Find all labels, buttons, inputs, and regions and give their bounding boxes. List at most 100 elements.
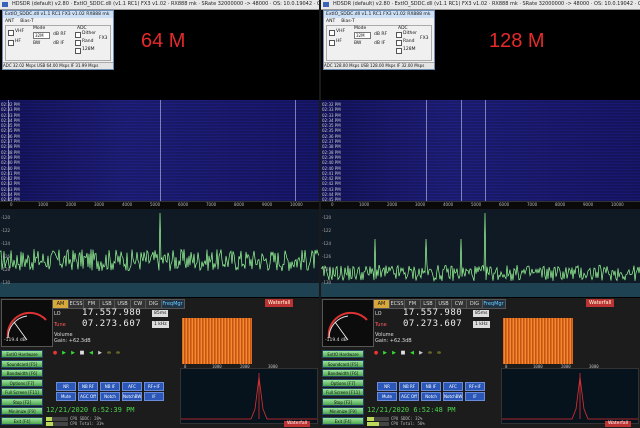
axis-tick-label: 8000 [555,202,566,207]
audio-waterfall-button[interactable]: Waterfall [284,421,311,427]
dsp-button-0[interactable]: NR [377,382,397,391]
adc-option-checkbox[interactable] [396,40,402,46]
stop-button[interactable]: ■ [79,350,85,357]
tab-bias-t[interactable]: Bias-T [20,19,33,24]
side-button-0[interactable]: ExtIO Hardware [F8] [322,350,364,365]
play-button[interactable]: ▶ [61,350,67,357]
mode-dig[interactable]: DIG [145,299,162,309]
mode-freqmgr[interactable]: FreqMgr [160,299,185,309]
mode-am[interactable]: AM [373,299,390,309]
dsp-button-0[interactable]: NR [56,382,76,391]
mode-am[interactable]: AM [52,299,69,309]
rewind-button[interactable]: ◀ [88,350,94,357]
tab-ant[interactable]: ANT [5,19,14,24]
side-button-6[interactable]: Minimize [F9] [1,407,43,415]
loop-button[interactable]: ∞ [106,350,112,357]
dsp-button-2[interactable]: NB IF [421,382,441,391]
side-button-5[interactable]: Stop [F2] [1,397,43,406]
dsp-button-8[interactable]: NotchBW [443,392,463,401]
checkbox-vhf[interactable] [329,30,335,36]
waterfall-display[interactable]: 02:32 PM 02:33 PM 02:33 PM 02:34 PM 02:35 PM… [0,100,319,202]
dsp-button-1[interactable]: NB RF [399,382,419,391]
dsp-button-7[interactable]: Notch [421,392,441,401]
spectrum-display[interactable]: -120 -122 -124 -126 -128 -130 [0,209,319,297]
loop2-button[interactable]: ∞ [115,350,121,357]
side-button-1[interactable]: Soundcard [F5] [1,359,43,368]
record-button[interactable]: ● [373,350,379,357]
audio-spectrum[interactable] [180,368,318,424]
loop2-button[interactable]: ∞ [436,350,442,357]
mode-select[interactable]: 32M [33,32,50,39]
waterfall-button[interactable]: Waterfall [586,299,615,307]
tab-ant[interactable]: ANT [326,19,335,24]
checkbox-label: VHF [336,29,346,34]
checkbox-hf[interactable] [329,40,335,46]
checkbox-hf[interactable] [8,40,14,46]
ffwd-button[interactable]: ▶ [97,350,103,357]
audio-spectrum[interactable] [501,368,639,424]
pause-button[interactable]: ▶ [70,350,76,357]
waterfall-timestamp: 02:35 PM [322,128,341,134]
dsp-button-5[interactable]: Mute [56,392,76,401]
tune-frequency[interactable]: 07.273.607 [82,319,141,329]
side-button-7[interactable]: Exit [F4] [322,416,364,425]
spectrum-display[interactable]: -120 -122 -124 -126 -128 -130 [321,209,640,297]
side-button-3[interactable]: Options [F7] [322,378,364,387]
tune-frequency[interactable]: 07.273.607 [403,319,462,329]
adc-option-checkbox[interactable] [75,48,81,54]
lo-frequency[interactable]: 17.557.980 [82,308,141,318]
side-button-3[interactable]: Options [F7] [1,378,43,387]
side-button-7[interactable]: Exit [F4] [1,416,43,425]
waterfall-button[interactable]: Waterfall [265,299,294,307]
dsp-button-4[interactable]: RF+IF [465,382,485,391]
audio-waterfall[interactable] [503,318,573,364]
side-button-6[interactable]: Minimize [F9] [322,407,364,415]
tune-step[interactable]: 1 kHz [152,321,169,328]
lo-step[interactable]: 85ms [473,310,490,317]
side-button-1[interactable]: Soundcard [F5] [322,359,364,368]
dsp-button-9[interactable]: IF [144,392,164,401]
clock-readout: 12/21/2020 6:52:48 PM [367,406,456,414]
dsp-button-2[interactable]: NB IF [100,382,120,391]
dsp-button-5[interactable]: Mute [377,392,397,401]
adc-option-checkbox[interactable] [396,32,402,38]
checkbox-vhf[interactable] [8,30,14,36]
pause-button[interactable]: ▶ [391,350,397,357]
stop-button[interactable]: ■ [400,350,406,357]
waterfall-display[interactable]: 02:32 PM 02:33 PM 02:33 PM 02:34 PM 02:35 PM… [321,100,640,202]
play-button[interactable]: ▶ [382,350,388,357]
side-button-0[interactable]: ExtIO Hardware [F8] [1,350,43,365]
side-button-2[interactable]: Bandwidth [F6] [322,369,364,377]
lo-frequency[interactable]: 17.557.980 [403,308,462,318]
mode-dig[interactable]: DIG [466,299,483,309]
side-button-5[interactable]: Stop [F2] [322,397,364,406]
tune-step[interactable]: 1 kHz [473,321,490,328]
rewind-button[interactable]: ◀ [409,350,415,357]
loop-button[interactable]: ∞ [427,350,433,357]
mode-select[interactable]: 32M [354,32,371,39]
audio-waterfall-button[interactable]: Waterfall [605,421,632,427]
tab-bias-t[interactable]: Bias-T [341,19,354,24]
mode-freqmgr[interactable]: FreqMgr [481,299,506,309]
dsp-button-9[interactable]: IF [465,392,485,401]
dsp-button-6[interactable]: AGC Off [399,392,419,401]
adc-option-checkbox[interactable] [75,40,81,46]
audio-waterfall[interactable] [182,318,252,364]
dsp-button-8[interactable]: NotchBW [122,392,142,401]
ffwd-button[interactable]: ▶ [418,350,424,357]
dsp-button-7[interactable]: Notch [100,392,120,401]
dsp-button-6[interactable]: AGC Off [78,392,98,401]
side-button-2[interactable]: Bandwidth [F6] [1,369,43,377]
record-button[interactable]: ● [52,350,58,357]
adc-option-checkbox[interactable] [396,48,402,54]
adc-option-checkbox[interactable] [75,32,81,38]
lo-step[interactable]: 85ms [152,310,169,317]
side-button-4[interactable]: Full Screen [F11] [1,388,43,396]
dsp-button-1[interactable]: NB RF [78,382,98,391]
side-button-4[interactable]: Full Screen [F11] [322,388,364,396]
dsp-button-4[interactable]: RF+IF [144,382,164,391]
dsp-button-3[interactable]: AFC [443,382,463,391]
noise-floor-band [0,283,319,297]
carrier-line [295,100,296,201]
dsp-button-3[interactable]: AFC [122,382,142,391]
